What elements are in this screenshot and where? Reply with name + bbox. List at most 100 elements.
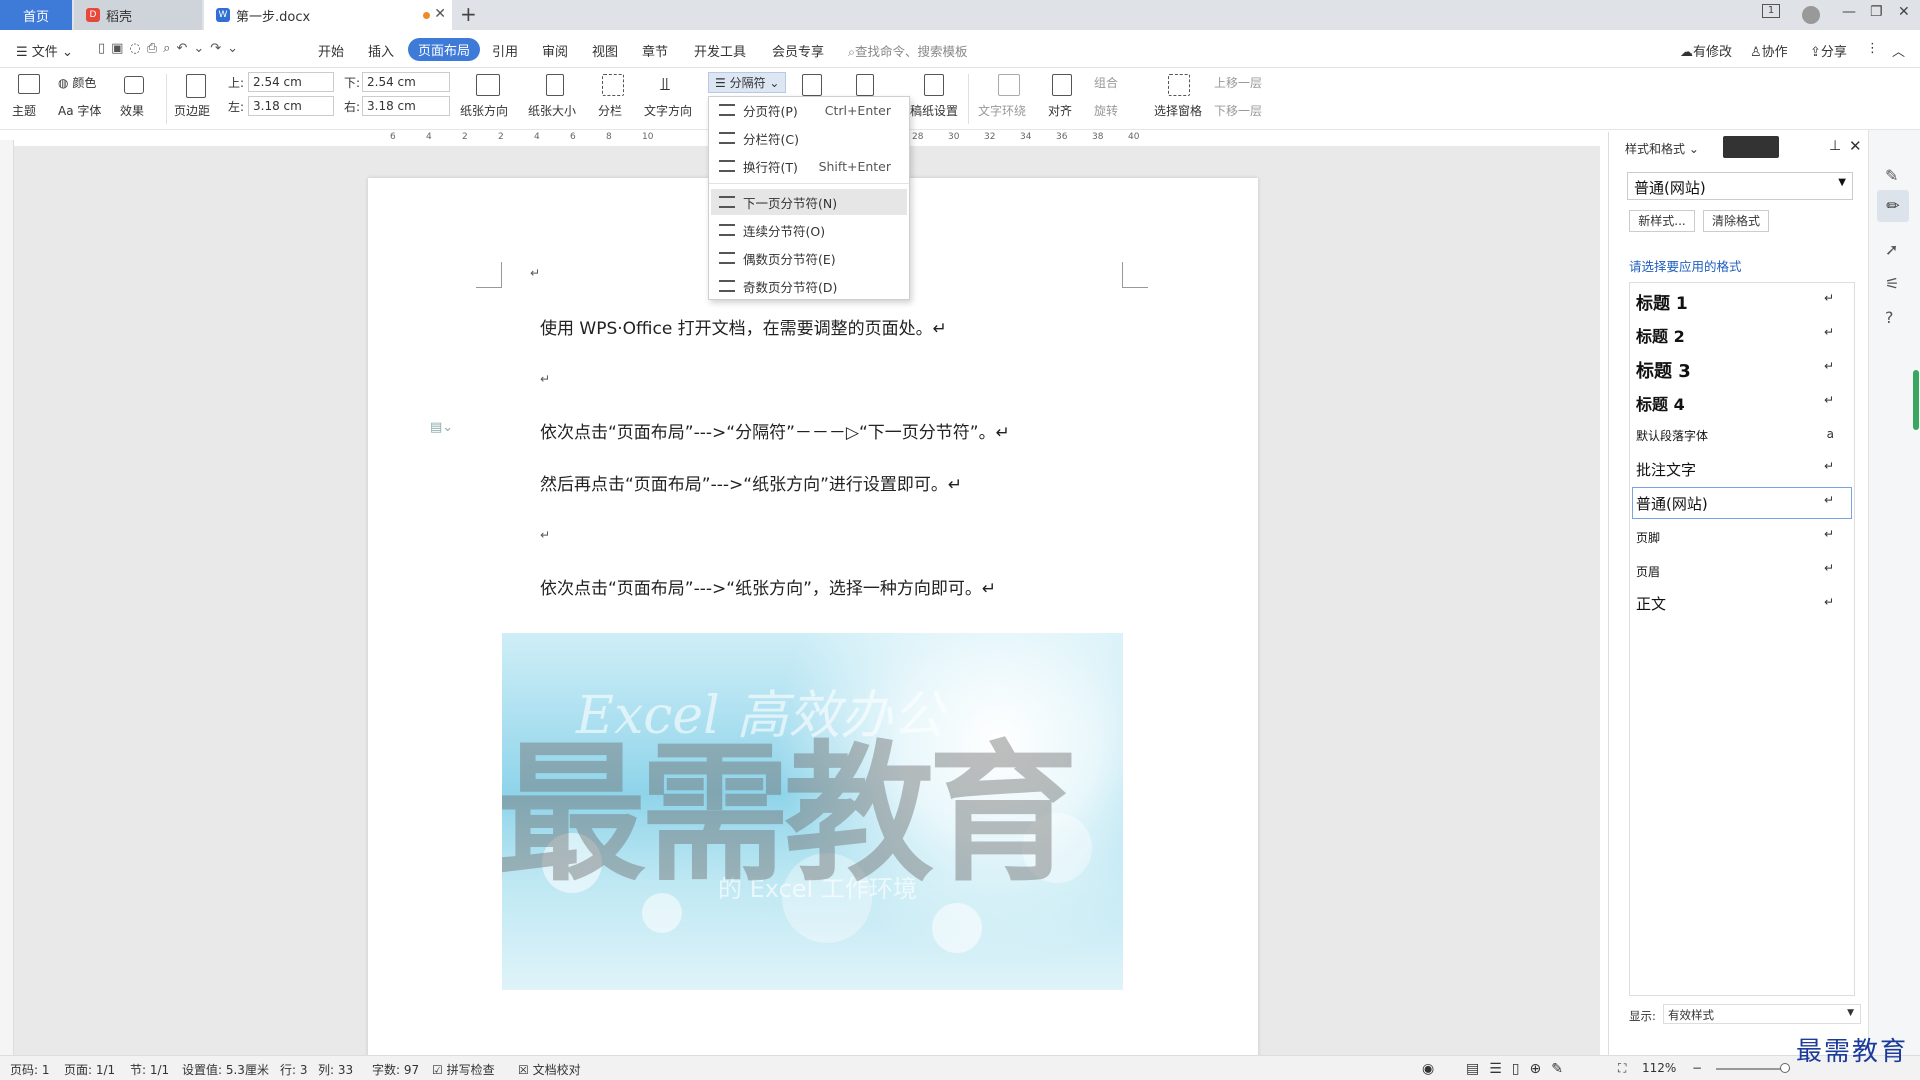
zoom-slider[interactable] <box>1716 1068 1790 1070</box>
eye-protect-icon[interactable]: ◉ <box>1422 1061 1434 1077</box>
pin-icon[interactable]: ⊥ <box>1829 138 1841 154</box>
style-normal-web[interactable]: 普通(网站) <box>1636 493 1708 514</box>
bring-forward-button[interactable]: 上移一层 <box>1214 74 1262 91</box>
restore-icon[interactable]: ❐ <box>1870 4 1883 20</box>
doc-paragraph-1[interactable]: 使用 WPS·Office 打开文档，在需要调整的页面处。↵ <box>540 314 947 339</box>
doc-paragraph-3[interactable]: 然后再点击“页面布局”--->“纸张方向”进行设置即可。↵ <box>540 470 962 495</box>
paper-size-button[interactable]: 纸张大小 <box>528 102 576 119</box>
left-margin-field[interactable]: 3.18 cm <box>248 96 334 116</box>
style-heading-4[interactable]: 标题 4 <box>1636 391 1685 415</box>
style-brush-icon[interactable]: ✎ <box>1885 166 1898 185</box>
font-button[interactable]: Aa 字体 <box>58 102 101 119</box>
clear-format-button[interactable]: 清除格式 <box>1703 210 1769 232</box>
orientation-button[interactable]: 纸张方向 <box>460 102 508 119</box>
share-button[interactable]: ⇪分享 <box>1810 41 1847 60</box>
settings-slider-icon[interactable]: ⚟ <box>1885 274 1899 293</box>
paper-setting-button[interactable]: 稿纸设置 <box>910 102 958 119</box>
style-default-paragraph-font[interactable]: 默认段落字体 <box>1636 427 1708 444</box>
help-icon[interactable]: ? <box>1885 308 1894 327</box>
status-words[interactable]: 字数: 97 <box>372 1061 419 1078</box>
style-body-text[interactable]: 正文 <box>1636 593 1666 614</box>
quick-access-toolbar[interactable]: ▯▣◌⎙⌕↶⌄↷⌄ <box>98 41 244 56</box>
tab-daoke[interactable]: D 稻壳 <box>74 0 202 30</box>
command-search[interactable]: ⌕查找命令、搜索模板 <box>848 41 968 60</box>
style-heading-3[interactable]: 标题 3 <box>1636 357 1691 383</box>
margin-button[interactable]: 页边距 <box>174 102 210 119</box>
send-backward-button[interactable]: 下移一层 <box>1214 102 1262 119</box>
effect-button[interactable]: 效果 <box>120 102 144 119</box>
new-style-button[interactable]: 新样式... <box>1629 210 1695 232</box>
menu-insert[interactable]: 插入 <box>368 41 394 60</box>
menu-chapter[interactable]: 章节 <box>642 41 668 60</box>
select-pane-button[interactable]: 选择窗格 <box>1154 102 1202 119</box>
window-count-badge[interactable]: 1 <box>1762 4 1780 18</box>
zoom-level[interactable]: 112% <box>1642 1061 1676 1075</box>
right-margin-field[interactable]: 3.18 cm <box>362 96 450 116</box>
menu-devtools[interactable]: 开发工具 <box>694 41 746 60</box>
close-pane-icon[interactable]: ✕ <box>1849 137 1862 155</box>
proofread-button[interactable]: ☒ 文档校对 <box>518 1061 581 1078</box>
column-break-item[interactable]: 分栏符(C) <box>711 125 907 151</box>
spell-check-button[interactable]: ☑ 拼写检查 <box>432 1061 495 1078</box>
vertical-ruler[interactable] <box>0 140 14 1055</box>
page-break-item[interactable]: 分页符(P) Ctrl+Enter <box>711 97 907 123</box>
edit-pen-icon[interactable]: ✏ <box>1877 190 1909 222</box>
menu-reference[interactable]: 引用 <box>492 41 518 60</box>
tab-document[interactable]: W 第一步.docx ✕ <box>204 0 452 30</box>
menu-review[interactable]: 审阅 <box>542 41 568 60</box>
more-icon[interactable]: ⋮ <box>1866 41 1879 56</box>
menu-member[interactable]: 会员专享 <box>772 41 824 60</box>
line-break-item[interactable]: 换行符(T) Shift+Enter <box>711 153 907 179</box>
close-tab-icon[interactable]: ✕ <box>434 6 446 22</box>
tab-home[interactable]: 首页 <box>0 0 72 30</box>
menu-file[interactable]: ☰ 文件 ⌄ <box>16 41 73 60</box>
next-page-section-break-item[interactable]: 下一页分节符(N) <box>711 189 907 215</box>
odd-page-section-break-item[interactable]: 奇数页分节符(D) <box>711 273 907 299</box>
style-comment-text[interactable]: 批注文字 <box>1636 459 1696 480</box>
paragraph-menu-icon[interactable]: ▤⌄ <box>430 420 453 435</box>
menu-page-layout[interactable]: 页面布局 <box>408 38 481 61</box>
columns-button[interactable]: 分栏 <box>598 102 622 119</box>
avatar[interactable] <box>1802 6 1820 24</box>
pane-title[interactable]: 样式和格式 ⌄ <box>1625 140 1699 157</box>
add-tab-button[interactable]: + <box>460 2 477 26</box>
text-wrap-button[interactable]: 文字环绕 <box>978 102 1026 119</box>
group-button[interactable]: 组合 <box>1094 74 1118 91</box>
view-mode-icons[interactable]: ▤☰▯⊕✎ <box>1466 1061 1573 1077</box>
separator-button[interactable]: ☰ 分隔符 ⌄ <box>708 72 787 93</box>
style-heading-1[interactable]: 标题 1 <box>1636 289 1688 314</box>
menu-view[interactable]: 视图 <box>592 41 618 60</box>
cursor-icon[interactable]: ➚ <box>1885 240 1898 259</box>
minimize-icon[interactable]: — <box>1842 4 1856 20</box>
color-button[interactable]: ◍ 颜色 <box>58 74 96 91</box>
theme-button[interactable]: 主题 <box>12 102 36 119</box>
input-method-icon[interactable] <box>1723 136 1779 158</box>
fit-page-icon[interactable]: ⛶ <box>1618 1061 1626 1076</box>
zoom-out-icon[interactable]: − <box>1692 1061 1702 1075</box>
close-window-icon[interactable]: ✕ <box>1898 4 1910 20</box>
style-heading-2[interactable]: 标题 2 <box>1636 323 1685 347</box>
status-pages[interactable]: 页面: 1/1 <box>64 1061 115 1078</box>
show-filter-select[interactable]: 有效样式 ▼ <box>1663 1004 1861 1024</box>
status-setting[interactable]: 设置值: 5.3厘米 <box>182 1061 269 1078</box>
text-direction-button[interactable]: 文字方向 <box>644 102 692 119</box>
scroll-indicator[interactable] <box>1913 370 1919 430</box>
top-margin-field[interactable]: 2.54 cm <box>248 72 334 92</box>
continuous-section-break-item[interactable]: 连续分节符(O) <box>711 217 907 243</box>
doc-paragraph-2[interactable]: 依次点击“页面布局”--->“分隔符”－－－▷“下一页分节符”。↵ <box>540 418 1010 443</box>
menu-start[interactable]: 开始 <box>318 41 344 60</box>
align-button[interactable]: 对齐 <box>1048 102 1072 119</box>
collapse-ribbon-icon[interactable]: ︿ <box>1892 41 1905 60</box>
tab-document-label: 第一步.docx <box>236 9 311 25</box>
bottom-margin-field[interactable]: 2.54 cm <box>362 72 450 92</box>
style-header[interactable]: 页眉 <box>1636 563 1660 580</box>
style-footer[interactable]: 页脚 <box>1636 529 1660 546</box>
doc-paragraph-4[interactable]: 依次点击“页面布局”--->“纸张方向”，选择一种方向即可。↵ <box>540 574 996 599</box>
zoom-slider-handle[interactable] <box>1780 1063 1790 1073</box>
even-page-section-break-item[interactable]: 偶数页分节符(E) <box>711 245 907 271</box>
rotate-button[interactable]: 旋转 <box>1094 102 1118 119</box>
banner-image[interactable]: Excel 高效办公 的 Excel 工作环境 最需教育 <box>502 633 1123 990</box>
collaborate-button[interactable]: ♙协作 <box>1750 41 1788 60</box>
current-style-select[interactable]: 普通(网站) ▼ <box>1627 172 1853 200</box>
modified-button[interactable]: ☁有修改 <box>1680 41 1732 60</box>
